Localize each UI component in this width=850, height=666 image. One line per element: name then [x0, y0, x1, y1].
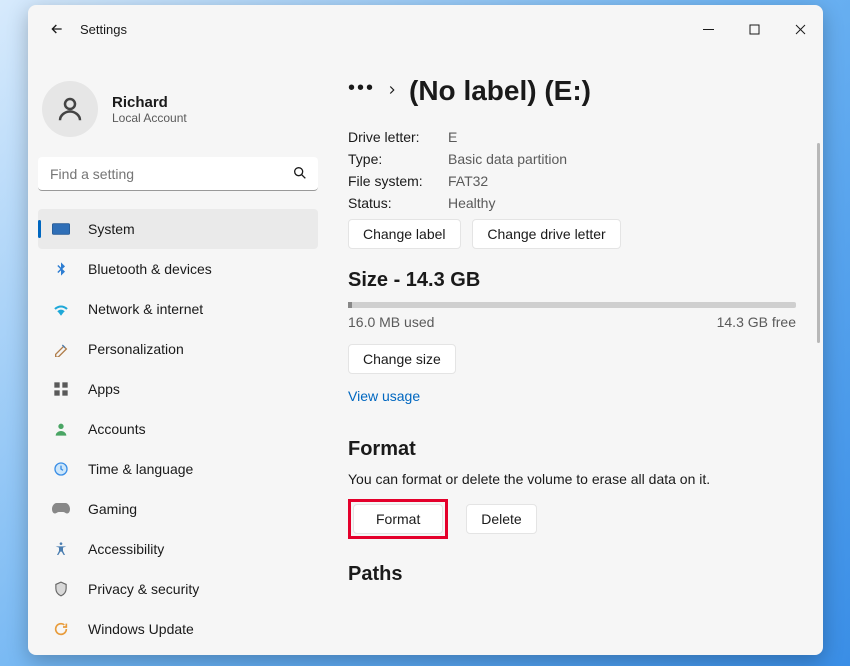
format-button[interactable]: Format	[353, 504, 443, 534]
change-drive-letter-button[interactable]: Change drive letter	[472, 219, 620, 249]
format-highlight: Format	[348, 499, 448, 539]
search-icon	[292, 165, 308, 184]
accounts-icon	[52, 420, 70, 438]
type-value: Basic data partition	[448, 151, 567, 167]
sidebar-item-update[interactable]: Windows Update	[38, 609, 318, 649]
update-icon	[52, 620, 70, 638]
type-label: Type:	[348, 151, 448, 167]
sidebar-item-label: Privacy & security	[88, 581, 199, 597]
window-controls	[685, 14, 823, 44]
sidebar-item-label: Bluetooth & devices	[88, 261, 212, 277]
sidebar-item-label: Apps	[88, 381, 120, 397]
drive-letter-label: Drive letter:	[348, 129, 448, 145]
sidebar-item-accounts[interactable]: Accounts	[38, 409, 318, 449]
time-icon	[52, 460, 70, 478]
sidebar-item-label: Personalization	[88, 341, 184, 357]
sidebar-item-label: Accessibility	[88, 541, 164, 557]
paths-heading: Paths	[348, 563, 795, 586]
page-title: (No label) (E:)	[409, 75, 591, 107]
network-icon	[52, 300, 70, 318]
sidebar-item-personalization[interactable]: Personalization	[38, 329, 318, 369]
bluetooth-icon	[52, 260, 70, 278]
sidebar-item-accessibility[interactable]: Accessibility	[38, 529, 318, 569]
system-icon	[52, 220, 70, 238]
close-button[interactable]	[777, 14, 823, 44]
format-description: You can format or delete the volume to e…	[348, 471, 795, 487]
status-value: Healthy	[448, 195, 495, 211]
profile-block[interactable]: Richard Local Account	[38, 63, 318, 157]
sidebar-item-system[interactable]: System	[38, 209, 318, 249]
filesystem-label: File system:	[348, 173, 448, 189]
search-input[interactable]	[38, 157, 318, 191]
drive-letter-value: E	[448, 129, 457, 145]
accessibility-icon	[52, 540, 70, 558]
profile-name: Richard	[112, 94, 187, 111]
sidebar-item-label: Gaming	[88, 501, 137, 517]
sidebar-item-label: System	[88, 221, 135, 237]
sidebar-item-label: Time & language	[88, 461, 193, 477]
size-bar-fill	[348, 302, 352, 308]
sidebar-item-time[interactable]: Time & language	[38, 449, 318, 489]
sidebar-item-gaming[interactable]: Gaming	[38, 489, 318, 529]
scrollbar[interactable]	[817, 143, 820, 343]
maximize-button[interactable]	[731, 14, 777, 44]
sidebar-item-label: Accounts	[88, 421, 146, 437]
change-size-button[interactable]: Change size	[348, 344, 456, 374]
sidebar-item-bluetooth[interactable]: Bluetooth & devices	[38, 249, 318, 289]
avatar	[42, 81, 98, 137]
breadcrumb-ellipsis[interactable]: •••	[348, 77, 375, 106]
size-free: 14.3 GB free	[717, 314, 796, 330]
sidebar-item-network[interactable]: Network & internet	[38, 289, 318, 329]
privacy-icon	[52, 580, 70, 598]
personalization-icon	[52, 340, 70, 358]
apps-icon	[52, 380, 70, 398]
minimize-button[interactable]	[685, 14, 731, 44]
back-button[interactable]	[42, 14, 72, 44]
size-bar	[348, 302, 796, 308]
content: ••• (No label) (E:) Drive letter:E Type:…	[328, 53, 823, 655]
size-heading: Size - 14.3 GB	[348, 269, 795, 292]
delete-button[interactable]: Delete	[466, 504, 536, 534]
titlebar: Settings	[28, 5, 823, 53]
settings-window: Settings Richard Local Account	[28, 5, 823, 655]
sidebar-item-label: Windows Update	[88, 621, 194, 637]
gaming-icon	[52, 500, 70, 518]
sidebar-item-apps[interactable]: Apps	[38, 369, 318, 409]
view-usage-link[interactable]: View usage	[348, 388, 420, 404]
sidebar-item-privacy[interactable]: Privacy & security	[38, 569, 318, 609]
nav: System Bluetooth & devices Network & inter…	[38, 209, 318, 649]
change-label-button[interactable]: Change label	[348, 219, 461, 249]
breadcrumb: ••• (No label) (E:)	[348, 71, 795, 111]
sidebar-item-label: Network & internet	[88, 301, 203, 317]
search-container	[38, 157, 318, 191]
window-title: Settings	[80, 22, 127, 37]
status-label: Status:	[348, 195, 448, 211]
format-heading: Format	[348, 438, 795, 461]
profile-subtitle: Local Account	[112, 111, 187, 125]
chevron-right-icon	[385, 83, 399, 100]
filesystem-value: FAT32	[448, 173, 488, 189]
size-used: 16.0 MB used	[348, 314, 434, 330]
sidebar: Richard Local Account System Bluetooth & …	[28, 53, 328, 655]
